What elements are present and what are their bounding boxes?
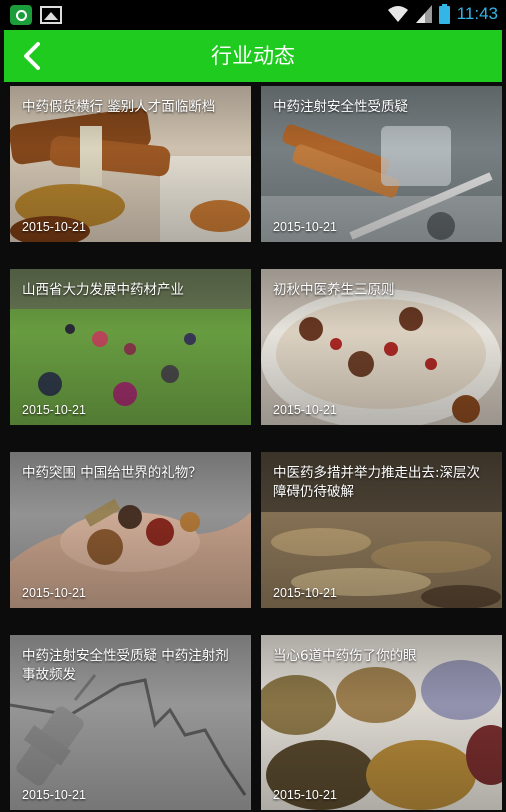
status-clock: 11:43 [456,4,498,23]
news-date: 2015-10-21 [273,403,337,417]
news-title: 初秋中医养生三原则 [273,282,395,298]
news-title: 中药突围 中国给世界的礼物？ [22,465,202,481]
news-title: 中药注射安全性受质疑 [273,99,408,115]
news-date: 2015-10-21 [273,220,337,234]
news-date: 2015-10-21 [22,586,86,600]
news-card[interactable]: 中药注射安全性受质疑 中药注射剂事故频发 2015-10-21 [10,635,251,810]
news-title: 中药注射安全性受质疑 中药注射剂事故频发 [22,648,229,683]
battery-icon [438,4,450,24]
news-card[interactable]: 当心6道中药伤了你的眼 2015-10-21 [261,635,502,810]
news-card[interactable]: 中医药多措并举力推走出去:深层次障碍仍待破解 2015-10-21 [261,452,502,608]
news-card[interactable]: 中药突围 中国给世界的礼物？ 2015-10-21 [10,452,251,608]
news-date: 2015-10-21 [22,403,86,417]
news-date: 2015-10-21 [273,788,337,802]
news-card[interactable]: 中药注射安全性受质疑 2015-10-21 [261,86,502,242]
status-bar: 11:43 [0,0,506,30]
news-title: 山西省大力发展中药材产业 [22,282,184,298]
app-notification-icon [10,5,32,25]
news-title: 中医药多措并举力推走出去:深层次障碍仍待破解 [273,465,481,500]
news-title: 当心6道中药伤了你的眼 [273,648,417,664]
news-date: 2015-10-21 [273,586,337,600]
image-notification-icon [40,6,62,24]
news-card[interactable]: 初秋中医养生三原则 2015-10-21 [261,269,502,425]
news-card[interactable]: 山西省大力发展中药材产业 2015-10-21 [10,269,251,425]
wifi-icon [387,6,408,22]
title-bar: 行业动态 [4,30,502,82]
news-title: 中药假货横行 鉴别人才面临断档 [22,99,216,115]
news-date: 2015-10-21 [22,788,86,802]
news-date: 2015-10-21 [22,220,86,234]
news-card[interactable]: 中药假货横行 鉴别人才面临断档 2015-10-21 [10,86,251,242]
page-title: 行业动态 [211,44,295,68]
signal-icon [415,5,432,23]
